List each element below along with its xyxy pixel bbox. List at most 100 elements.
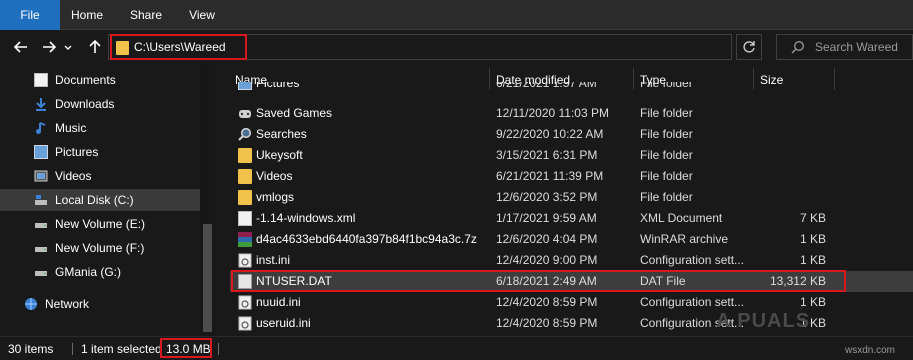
- file-date: 12/4/2020 8:59 PM: [496, 295, 598, 309]
- file-row[interactable]: Searches 9/22/2020 10:22 AM File folder: [230, 124, 913, 145]
- file-row[interactable]: Ukeysoft 3/15/2021 6:31 PM File folder: [230, 145, 913, 166]
- file-row[interactable]: inst.ini 12/4/2020 9:00 PM Configuration…: [230, 250, 913, 271]
- nav-item-label: New Volume (E:): [55, 217, 146, 231]
- nav-item-gmania-g[interactable]: GMania (G:): [0, 261, 200, 283]
- up-arrow-icon[interactable]: [84, 36, 106, 58]
- nav-item-label: Pictures: [55, 145, 99, 159]
- music-icon: [34, 121, 48, 135]
- recent-locations-chevron-icon[interactable]: [62, 36, 74, 58]
- back-arrow-icon[interactable]: [10, 36, 32, 58]
- nav-item-downloads[interactable]: Downloads: [0, 93, 200, 115]
- file-type: File folder: [640, 127, 693, 141]
- file-name: -1.14-windows.xml: [256, 211, 356, 225]
- nav-item-videos[interactable]: Videos: [0, 165, 200, 187]
- status-divider: [218, 343, 219, 355]
- selection-count: 1 item selected: [81, 342, 162, 356]
- search-input[interactable]: [815, 37, 911, 57]
- refresh-icon[interactable]: [736, 34, 762, 60]
- item-count: 30 items: [8, 342, 54, 356]
- nav-item-local-disk-c[interactable]: Local Disk (C:): [0, 189, 200, 211]
- nav-item-label: Local Disk (C:): [55, 193, 134, 207]
- folder-icon: [238, 148, 252, 163]
- file-size: 7 KB: [799, 211, 826, 225]
- file-date: 3/15/2021 6:31 PM: [496, 148, 598, 162]
- search-icon: [791, 40, 805, 54]
- drive-icon: [34, 265, 48, 279]
- drive-icon: [34, 217, 48, 231]
- file-name: Videos: [256, 169, 293, 183]
- drive-icon: [34, 241, 48, 255]
- file-type: DAT File: [640, 274, 686, 288]
- status-bar: 30 items 1 item selected 13.0 MB: [0, 336, 913, 360]
- tab-file[interactable]: File: [0, 0, 60, 30]
- saved-games-icon: [238, 106, 252, 121]
- file-row[interactable]: vmlogs 12/6/2020 3:52 PM File folder: [230, 187, 913, 208]
- nav-item-network[interactable]: Network: [0, 293, 190, 315]
- address-bar[interactable]: C:\Users\Wareed: [108, 34, 831, 60]
- file-row[interactable]: nuuid.ini 12/4/2020 8:59 PM Configuratio…: [230, 292, 913, 313]
- folder-icon: [116, 41, 129, 55]
- status-divider: [72, 343, 73, 355]
- pictures-icon: [34, 145, 48, 159]
- folder-icon: [238, 190, 252, 205]
- file-type: Configuration sett...: [640, 253, 745, 267]
- file-type: WinRAR archive: [640, 232, 729, 246]
- search-folder-icon: [238, 127, 252, 142]
- file-date: 12/4/2020 8:59 PM: [496, 316, 598, 330]
- nav-item-label: Documents: [55, 73, 116, 87]
- network-icon: [24, 297, 38, 311]
- file-row[interactable]: Videos 6/21/2021 11:39 PM File folder: [230, 166, 913, 187]
- tab-home[interactable]: Home: [62, 0, 112, 30]
- archive-icon: [238, 232, 252, 247]
- xml-file-icon: [238, 211, 252, 226]
- videos-icon: [34, 169, 48, 183]
- nav-item-label: Downloads: [55, 97, 115, 111]
- file-date: 12/6/2020 4:04 PM: [496, 232, 598, 246]
- search-box[interactable]: [776, 34, 913, 60]
- file-row[interactable]: -1.14-windows.xml 1/17/2021 9:59 AM XML …: [230, 208, 913, 229]
- file-row[interactable]: d4ac4633ebd6440fa397b84f1bc94a3c.7z 12/6…: [230, 229, 913, 250]
- file-row-selected[interactable]: NTUSER.DAT 6/18/2021 2:49 AM DAT File 13…: [230, 271, 913, 292]
- tab-share[interactable]: Share: [120, 0, 172, 30]
- file-name: useruid.ini: [256, 316, 311, 330]
- nav-item-label: Videos: [55, 169, 92, 183]
- folder-icon: [238, 169, 252, 184]
- nav-pane-scrollbar-thumb[interactable]: [203, 224, 212, 332]
- file-date: 12/6/2020 3:52 PM: [496, 190, 598, 204]
- file-type: File folder: [640, 82, 693, 90]
- site-watermark: wsxdn.com: [845, 345, 896, 356]
- drive-icon: [34, 193, 48, 207]
- file-type: File folder: [640, 106, 693, 120]
- file-type: File folder: [640, 148, 693, 162]
- pictures-icon: [238, 82, 252, 90]
- nav-item-label: Network: [45, 297, 90, 311]
- file-size: 1 KB: [799, 253, 826, 267]
- file-row[interactable]: Pictures 6/21/2021 1:57 AM File folder: [230, 82, 913, 96]
- file-name: inst.ini: [256, 253, 291, 267]
- file-size: 1 KB: [799, 232, 826, 246]
- file-type: Configuration sett...: [640, 295, 745, 309]
- file-size: 1 KB: [799, 295, 826, 309]
- documents-icon: [34, 73, 48, 87]
- tab-view[interactable]: View: [180, 0, 224, 30]
- nav-item-new-volume-f[interactable]: New Volume (F:): [0, 237, 200, 259]
- downloads-icon: [34, 97, 48, 111]
- nav-item-documents[interactable]: Documents: [0, 69, 200, 91]
- ini-file-icon: [238, 253, 252, 268]
- address-path[interactable]: C:\Users\Wareed: [134, 40, 226, 54]
- file-name: vmlogs: [256, 190, 295, 204]
- nav-item-label: New Volume (F:): [55, 241, 145, 255]
- nav-item-music[interactable]: Music: [0, 117, 200, 139]
- file-row[interactable]: Saved Games 12/11/2020 11:03 PM File fol…: [230, 103, 913, 124]
- file-name: Searches: [256, 127, 307, 141]
- file-date: 12/11/2020 11:03 PM: [496, 106, 609, 120]
- forward-arrow-icon[interactable]: [38, 36, 60, 58]
- file-name: Pictures: [256, 82, 300, 90]
- nav-item-new-volume-e[interactable]: New Volume (E:): [0, 213, 200, 235]
- file-size: 13,312 KB: [769, 274, 826, 288]
- file-type: File folder: [640, 190, 693, 204]
- ini-file-icon: [238, 295, 252, 310]
- nav-item-pictures[interactable]: Pictures: [0, 141, 200, 163]
- file-row[interactable]: useruid.ini 12/4/2020 8:59 PM Configurat…: [230, 313, 913, 334]
- selection-size: 13.0 MB: [166, 342, 211, 356]
